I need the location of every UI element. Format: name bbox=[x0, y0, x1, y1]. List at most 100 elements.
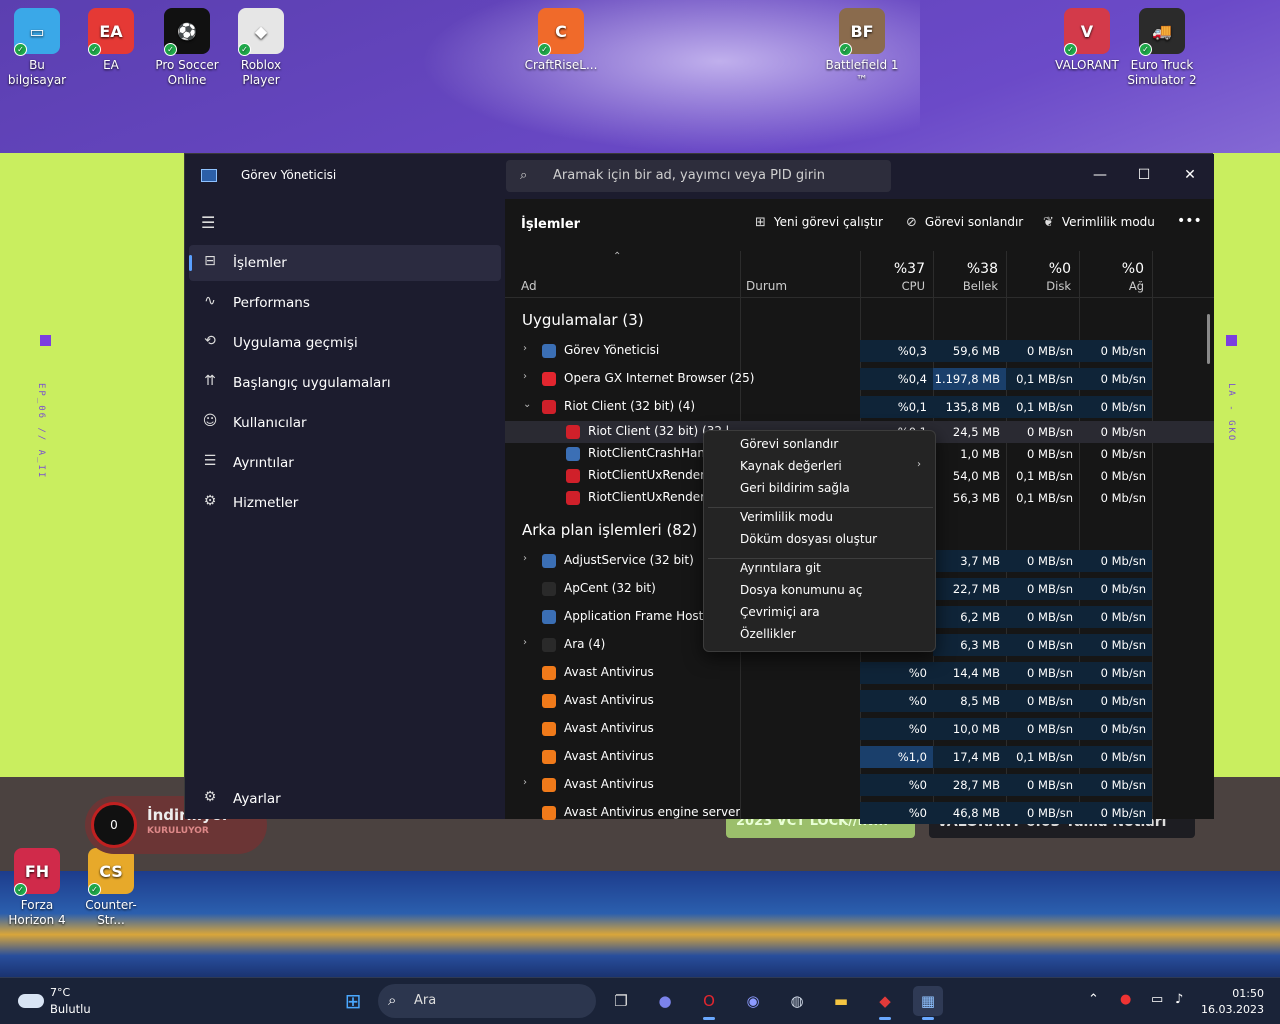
menu-item[interactable]: Görevi sonlandır bbox=[740, 437, 838, 451]
table-row[interactable]: Avast Antivirus engine server %0 46,8 MB 0 … bbox=[505, 802, 1214, 824]
file-explorer-icon[interactable]: ▬ bbox=[826, 986, 856, 1016]
minimize-button[interactable]: — bbox=[1077, 160, 1123, 190]
window-title: Görev Yöneticisi bbox=[241, 168, 337, 182]
efficiency-mode-button[interactable]: ❦ Verimlilik modu bbox=[1043, 215, 1155, 230]
scrollbar[interactable] bbox=[1207, 314, 1210, 364]
process-icon bbox=[542, 778, 556, 792]
process-icon bbox=[566, 425, 580, 439]
table-row[interactable]: Avast Antivirus %0 8,5 MB 0 MB/sn 0 Mb/sn bbox=[505, 690, 1214, 712]
new-task-icon: ⊞ bbox=[755, 215, 766, 230]
desktop-icon[interactable]: ⚽ ✓ Pro Soccer Online bbox=[150, 8, 224, 88]
cell-network: 0 Mb/sn bbox=[1079, 746, 1152, 768]
clock[interactable]: 01:50 16.03.2023 bbox=[1201, 986, 1264, 1018]
cell-network: 0 Mb/sn bbox=[1100, 447, 1146, 461]
desktop-icon[interactable]: BF ✓ Battlefield 1 ™ bbox=[825, 8, 899, 88]
menu-item[interactable]: Özellikler bbox=[740, 627, 796, 641]
close-button[interactable]: ✕ bbox=[1167, 160, 1213, 190]
desktop-icon[interactable]: CS ✓ Counter-Str... bbox=[74, 848, 148, 928]
riot-client-icon[interactable]: ◆ bbox=[870, 986, 900, 1020]
search-input[interactable]: ⌕ Aramak için bir ad, yayımcı veya PID g… bbox=[506, 160, 891, 192]
cell-memory: 56,3 MB bbox=[952, 491, 1000, 505]
table-row[interactable]: Avast Antivirus %0 10,0 MB 0 MB/sn 0 Mb/sn bbox=[505, 718, 1214, 740]
menu-item[interactable]: Geri bildirim sağla bbox=[740, 481, 850, 495]
chevron-right-icon[interactable]: › bbox=[523, 343, 527, 354]
run-new-task-button[interactable]: ⊞ Yeni görevi çalıştır bbox=[755, 215, 883, 230]
sidebar-item-history[interactable]: ⟲ Uygulama geçmişi bbox=[189, 325, 501, 361]
menu-item[interactable]: Ayrıntılara git bbox=[740, 561, 821, 575]
opera-gx-icon[interactable]: O bbox=[694, 986, 724, 1020]
more-options-button[interactable]: ••• bbox=[1177, 213, 1202, 229]
menu-item[interactable]: Dosya konumunu aç bbox=[740, 583, 862, 597]
task-manager-icon[interactable]: ▦ bbox=[913, 986, 943, 1020]
sidebar-item-users[interactable]: ☺ Kullanıcılar bbox=[189, 405, 501, 441]
app-icon: ▭ ✓ bbox=[14, 8, 60, 56]
windows-start-icon[interactable]: ⊞ bbox=[338, 986, 368, 1016]
cell-network: 0 Mb/sn bbox=[1079, 690, 1152, 712]
column-header-cpu[interactable]: %37 CPU bbox=[860, 251, 933, 297]
discord-icon[interactable]: ◉ bbox=[738, 986, 768, 1016]
maximize-button[interactable]: ☐ bbox=[1121, 160, 1167, 190]
table-row[interactable]: › Avast Antivirus %0 28,7 MB 0 MB/sn 0 Mb/sn bbox=[505, 774, 1214, 796]
column-header-name[interactable]: ⌃ Ad bbox=[505, 251, 740, 297]
desktop-icon[interactable]: FH ✓ Forza Horizon 4 bbox=[0, 848, 74, 928]
hamburger-menu-icon[interactable]: ☰ bbox=[201, 213, 215, 232]
cell-memory: 46,8 MB bbox=[933, 802, 1006, 824]
process-icon bbox=[542, 372, 556, 386]
sidebar-item-label: Ayrıntılar bbox=[233, 455, 294, 471]
teams-chat-icon[interactable]: ● bbox=[650, 986, 680, 1016]
sidebar-item-processes[interactable]: ⊟ İşlemler bbox=[189, 245, 501, 281]
chevron-down-icon[interactable]: ⌄ bbox=[523, 399, 531, 410]
process-icon bbox=[542, 750, 556, 764]
process-icon bbox=[566, 491, 580, 505]
column-header-disk[interactable]: %0 Disk bbox=[1006, 251, 1079, 297]
table-row[interactable]: ⌄ Riot Client (32 bit) (4) %0,1 135,8 MB 0,1… bbox=[505, 396, 1214, 418]
sidebar-item-startup[interactable]: ⇈ Başlangıç uygulamaları bbox=[189, 365, 501, 401]
desktop-icon[interactable]: ▭ ✓ Bu bilgisayar bbox=[0, 8, 74, 88]
table-row[interactable]: Avast Antivirus %1,0 17,4 MB 0,1 MB/sn 0 Mb/… bbox=[505, 746, 1214, 768]
volume-icon[interactable]: ♪ bbox=[1175, 992, 1183, 1007]
desktop-icon[interactable]: ◆ ✓ Roblox Player bbox=[224, 8, 298, 88]
desktop-icon[interactable]: C ✓ CraftRiseL... bbox=[524, 8, 598, 73]
sidebar-item-services[interactable]: ⚙ Hizmetler bbox=[189, 485, 501, 521]
cell-cpu: %0,4 bbox=[860, 368, 933, 390]
sidebar-item-details[interactable]: ☰ Ayrıntılar bbox=[189, 445, 501, 481]
network-icon[interactable]: ▭ bbox=[1151, 992, 1163, 1007]
network-warning-icon[interactable]: ● bbox=[1120, 992, 1131, 1007]
title-bar[interactable]: Görev Yöneticisi ⌕ Aramak için bir ad, y… bbox=[185, 154, 1214, 199]
menu-item[interactable]: Verimlilik modu bbox=[740, 510, 833, 524]
steam-icon[interactable]: ◍ bbox=[782, 986, 812, 1016]
cell-disk: 0,1 MB/sn bbox=[1006, 746, 1079, 768]
chevron-right-icon[interactable]: › bbox=[523, 553, 527, 564]
column-header-network[interactable]: %0 Ağ bbox=[1079, 251, 1152, 297]
menu-item[interactable]: Kaynak değerleri bbox=[740, 459, 842, 473]
menu-item[interactable]: Döküm dosyası oluştur bbox=[740, 532, 877, 546]
process-name: Avast Antivirus bbox=[564, 777, 654, 791]
app-icon: V ✓ bbox=[1064, 8, 1110, 56]
table-row[interactable]: › Görev Yöneticisi %0,3 59,6 MB 0 MB/sn 0 Mb/… bbox=[505, 340, 1214, 362]
weather-temperature: 7°C bbox=[50, 986, 71, 999]
chevron-right-icon[interactable]: › bbox=[523, 371, 527, 382]
column-header-memory[interactable]: %38 Bellek bbox=[933, 251, 1006, 297]
sidebar-item-performance[interactable]: ∿ Performans bbox=[189, 285, 501, 321]
sidebar-item-label: İşlemler bbox=[233, 255, 287, 271]
desktop-icon[interactable]: V ✓ VALORANT bbox=[1050, 8, 1124, 73]
cell-network: 0 Mb/sn bbox=[1079, 718, 1152, 740]
cell-memory: 6,2 MB bbox=[933, 606, 1006, 628]
desktop-icon[interactable]: 🚚 ✓ Euro Truck Simulator 2 bbox=[1125, 8, 1199, 88]
table-row[interactable]: › Opera GX Internet Browser (25) %0,4 1.197… bbox=[505, 368, 1214, 390]
desktop-icon[interactable]: EA ✓ EA bbox=[74, 8, 148, 73]
cell-network: 0 Mb/sn bbox=[1079, 368, 1152, 390]
chevron-right-icon[interactable]: › bbox=[523, 637, 527, 648]
chevron-up-icon[interactable]: ⌃ bbox=[1088, 992, 1099, 1007]
cell-network: 0 Mb/sn bbox=[1100, 469, 1146, 483]
cell-memory: 59,6 MB bbox=[933, 340, 1006, 362]
table-row[interactable]: Avast Antivirus %0 14,4 MB 0 MB/sn 0 Mb/sn bbox=[505, 662, 1214, 684]
column-header-status[interactable]: Durum bbox=[740, 251, 860, 297]
task-view-icon[interactable]: ❐ bbox=[606, 986, 636, 1016]
sidebar-item-settings[interactable]: ⚙ Ayarlar bbox=[189, 781, 501, 817]
taskbar-search[interactable]: ⌕ Ara bbox=[378, 984, 596, 1018]
menu-item[interactable]: Çevrimiçi ara bbox=[740, 605, 820, 619]
cell-network: 0 Mb/sn bbox=[1100, 425, 1146, 439]
end-task-button[interactable]: ⊘ Görevi sonlandır bbox=[906, 215, 1023, 230]
chevron-right-icon[interactable]: › bbox=[523, 777, 527, 788]
